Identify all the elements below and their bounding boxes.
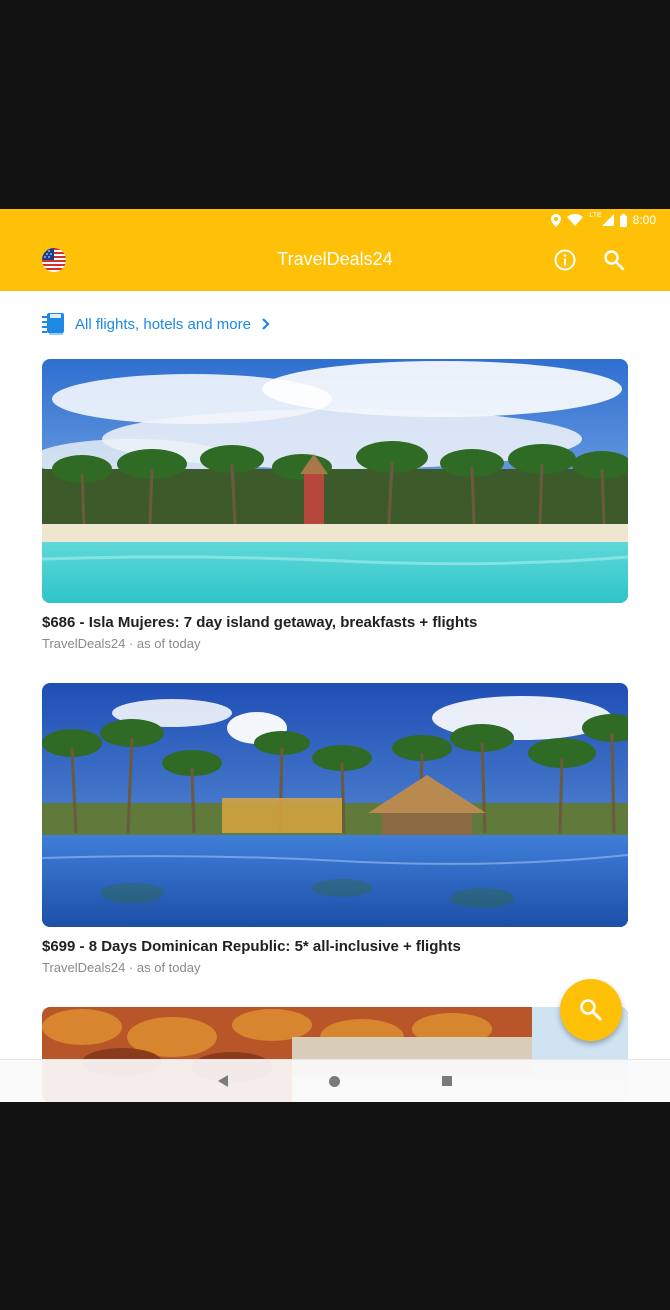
deal-source: TravelDeals24 · as of today	[42, 636, 201, 651]
network-type: LTE	[589, 211, 602, 219]
all-deals-link[interactable]: All flights, hotels and more	[42, 313, 271, 335]
battery-icon	[619, 213, 627, 227]
info-icon[interactable]	[554, 249, 576, 271]
deal-image-beach[interactable]	[42, 359, 628, 603]
system-nav-bar	[0, 1059, 670, 1102]
all-deals-label: All flights, hotels and more	[75, 315, 251, 333]
app-screen: LTE 8:00 TravelDeals24 All flights, hote…	[0, 209, 670, 1102]
recent-apps-icon[interactable]	[442, 1076, 452, 1086]
deal-card-1[interactable]: $686 - Isla Mujeres: 7 day island getawa…	[42, 359, 628, 651]
deal-image-resort[interactable]	[42, 683, 628, 927]
home-icon[interactable]	[329, 1076, 340, 1087]
deal-title[interactable]: $686 - Isla Mujeres: 7 day island getawa…	[42, 614, 628, 631]
status-time: 8:00	[632, 213, 656, 227]
search-icon	[580, 999, 602, 1021]
deal-title[interactable]: $699 - 8 Days Dominican Republic: 5* all…	[42, 938, 628, 955]
status-bar: LTE 8:00	[0, 209, 670, 231]
deal-source: TravelDeals24 · as of today	[42, 960, 201, 975]
app-bar: TravelDeals24	[0, 231, 670, 291]
chevron-right-icon	[262, 318, 270, 330]
deal-card-2[interactable]: $699 - 8 Days Dominican Republic: 5* all…	[42, 683, 628, 975]
location-icon	[551, 213, 562, 227]
cell-signal-icon	[601, 214, 614, 226]
search-fab[interactable]	[560, 979, 622, 1041]
catalog-icon	[42, 313, 64, 335]
back-icon[interactable]	[217, 1074, 229, 1088]
wifi-icon	[567, 214, 584, 226]
search-icon[interactable]	[603, 249, 625, 271]
